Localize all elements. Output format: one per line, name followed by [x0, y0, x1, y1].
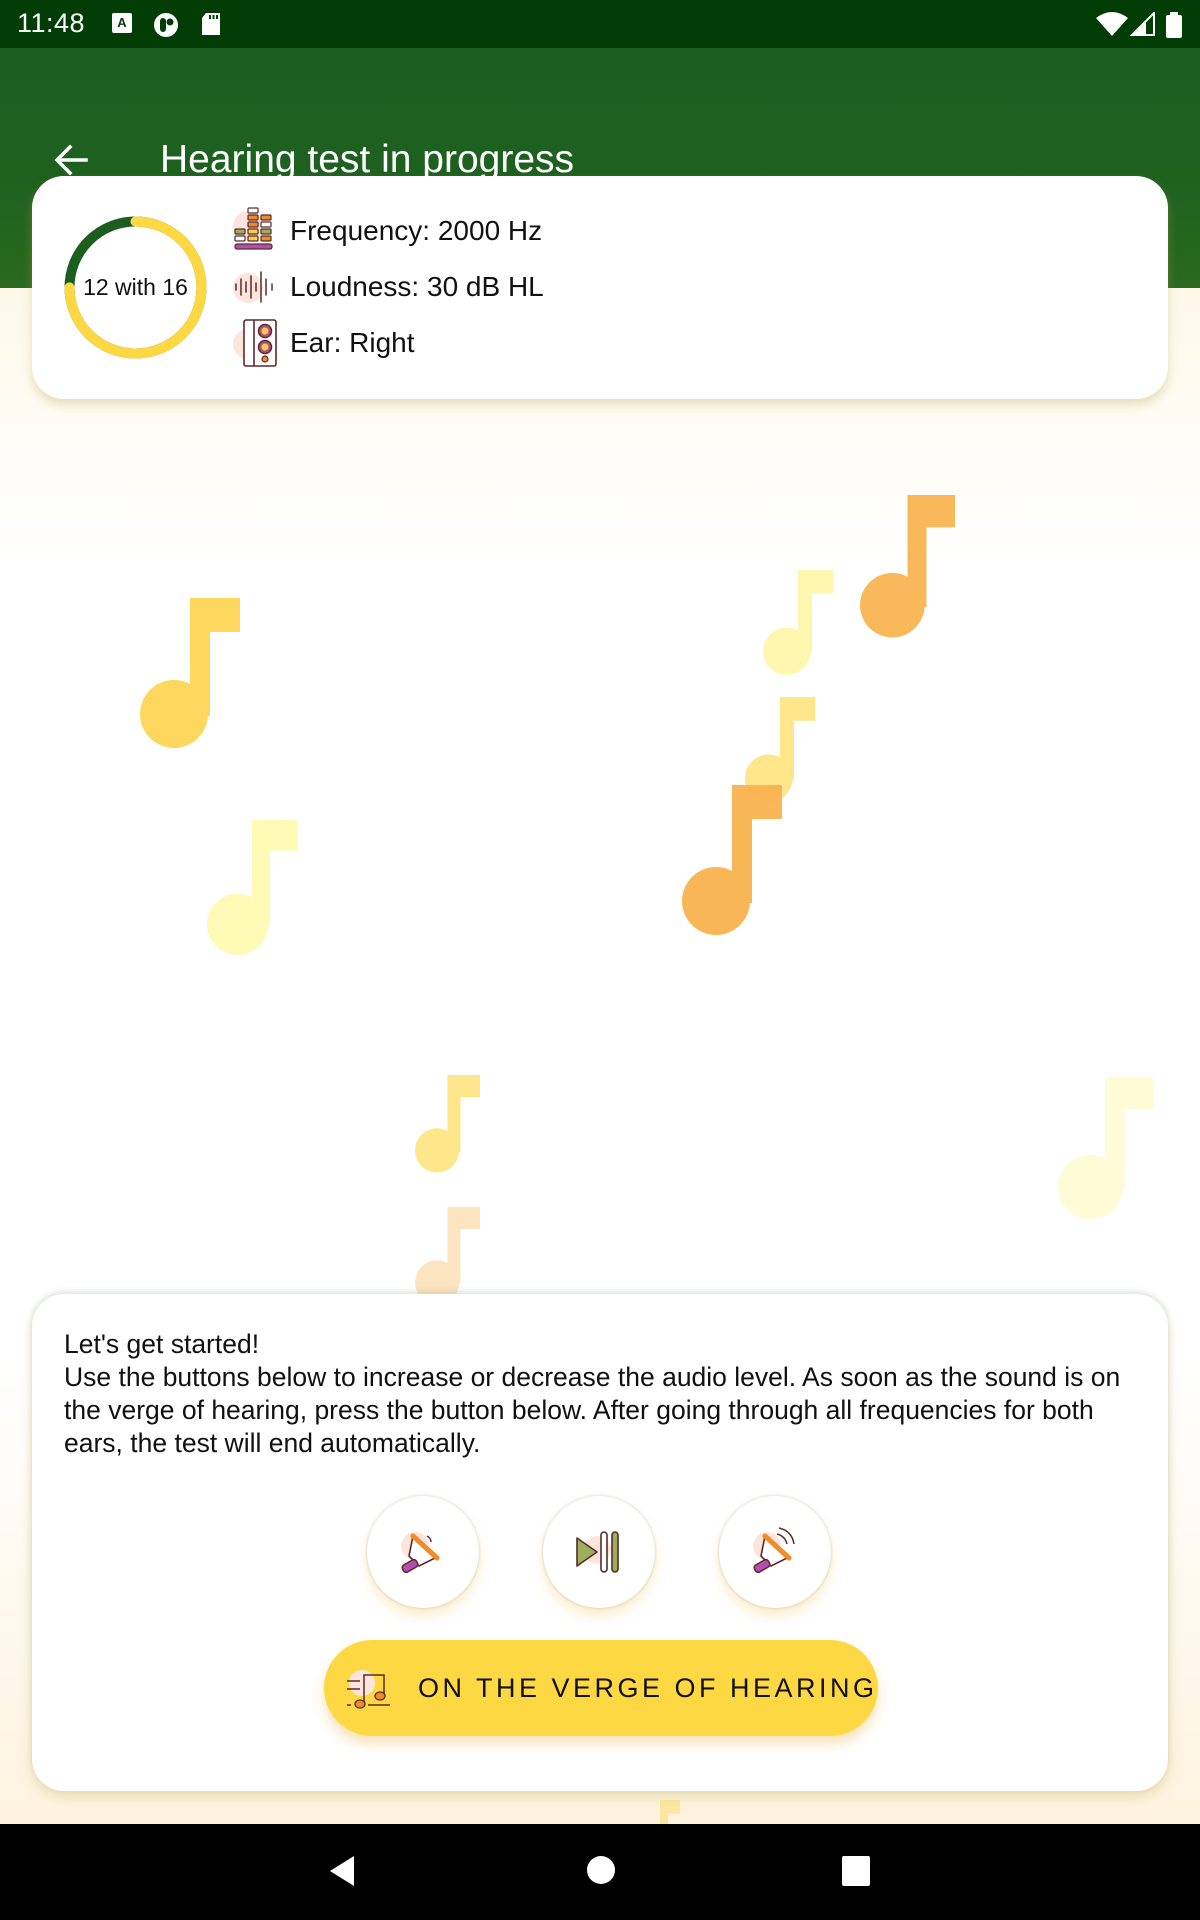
music-note-icon — [682, 785, 782, 935]
speaker-icon — [232, 318, 282, 368]
app-notification-icon — [154, 13, 178, 37]
play-pause-icon — [576, 1531, 619, 1573]
progress-ring: 12 with 16 — [62, 214, 209, 361]
music-sheet-icon — [347, 1670, 390, 1709]
music-note-icon — [763, 570, 833, 675]
volume-up-icon — [753, 1527, 795, 1574]
cellular-signal-icon — [1130, 12, 1155, 36]
wifi-icon — [1096, 12, 1128, 36]
test-info-card: 12 with 16 Frequency: 2000 Hz Loudness: … — [32, 176, 1168, 399]
sd-card-icon — [202, 13, 220, 35]
ear-row: Ear: Right — [232, 318, 415, 368]
battery-icon — [1166, 12, 1182, 38]
progress-label: 12 with 16 — [83, 274, 188, 300]
instructions-panel: Let's get started! Use the buttons below… — [32, 1294, 1168, 1791]
loudness-text: Loudness: 30 dB HL — [290, 271, 544, 302]
keyboard-a-icon: A — [112, 13, 132, 33]
instructions-body: Let's get started! Use the buttons below… — [64, 1329, 1121, 1458]
status-time: 11:48 — [17, 8, 86, 38]
volume-up-button[interactable] — [719, 1496, 831, 1608]
ear-text: Ear: Right — [290, 327, 415, 358]
music-note-icon — [415, 1207, 480, 1305]
sound-wave-icon — [232, 262, 282, 312]
status-bar: 11:48 A — [0, 0, 1200, 48]
frequency-text: Frequency: 2000 Hz — [290, 215, 543, 246]
frequency-row: Frequency: 2000 Hz — [232, 206, 542, 256]
loudness-row: Loudness: 30 dB HL — [232, 262, 544, 312]
on-the-verge-of-hearing-button[interactable]: ON THE VERGE OF HEARING — [324, 1640, 878, 1736]
music-note-icon — [207, 820, 297, 955]
volume-down-button[interactable] — [367, 1496, 479, 1608]
svg-text:A: A — [117, 15, 127, 30]
equalizer-icon — [232, 206, 282, 256]
music-note-icon — [860, 495, 955, 638]
music-note-icon — [1058, 1077, 1153, 1220]
play-pause-button[interactable] — [543, 1496, 655, 1608]
music-note-icon — [140, 598, 240, 748]
back-nav-icon[interactable] — [326, 1854, 356, 1888]
instructions-text: Let's get started! Use the buttons below… — [64, 1328, 1144, 1460]
verge-button-label: ON THE VERGE OF HEARING — [418, 1672, 878, 1703]
navigation-bar — [0, 1824, 1200, 1920]
music-note-icon — [415, 1075, 480, 1173]
recents-nav-icon[interactable] — [842, 1856, 870, 1886]
home-nav-icon[interactable] — [586, 1855, 616, 1885]
volume-down-icon — [401, 1532, 440, 1574]
